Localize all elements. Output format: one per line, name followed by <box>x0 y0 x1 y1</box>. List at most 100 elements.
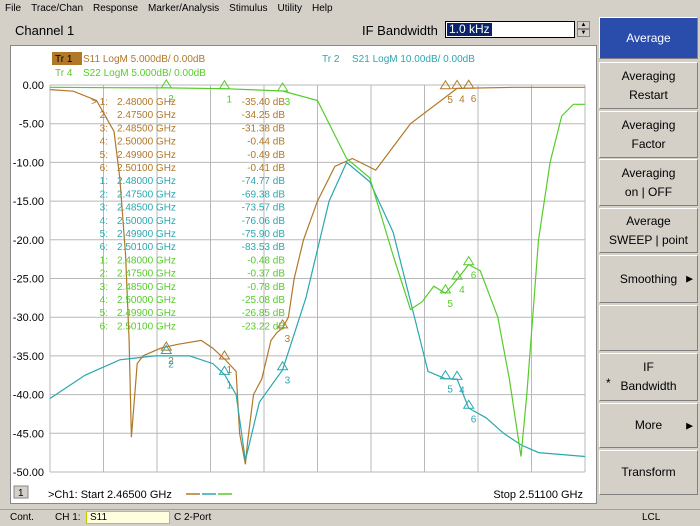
marker-label: 1 <box>226 380 232 391</box>
marker-label: 5 <box>447 95 453 106</box>
y-tick-label: -20.00 <box>13 235 44 247</box>
marker-row-value: -75.90 dB <box>242 229 286 240</box>
softkey-label: Transform <box>621 465 676 479</box>
marker-row-index: 2: <box>100 189 108 200</box>
softkey-label: More <box>634 418 663 432</box>
marker-label: 6 <box>471 94 477 105</box>
trace-label-tr2: Tr 2 <box>322 54 340 65</box>
marker-row-freq: 2.48500 GHz <box>117 123 176 134</box>
lcl-indicator: LCL <box>642 512 661 523</box>
softkey-label: IF Bandwidth <box>620 360 677 393</box>
marker-row-value: -34.25 dB <box>242 110 286 121</box>
marker-row-freq: 2.50100 GHz <box>117 321 176 332</box>
marker-row-freq: 2.50100 GHz <box>117 242 176 253</box>
marker-label: 2 <box>168 360 174 371</box>
marker-row-value: -0.37 dB <box>247 269 285 280</box>
marker-row-index: 6: <box>100 321 108 332</box>
marker-label: 4 <box>459 385 465 396</box>
marker-row-index: 4: <box>100 216 108 227</box>
marker-row-value: -35.40 dB <box>242 97 286 108</box>
marker-row-index: 5: <box>100 308 108 319</box>
sweep-mode: Cont. <box>10 512 34 523</box>
softkey-label: Average <box>626 30 671 45</box>
softkey-average[interactable]: Average <box>599 17 698 59</box>
marker-row-freq: 2.48000 GHz <box>117 255 176 266</box>
marker-triangle <box>276 82 289 92</box>
y-tick-label: -5.00 <box>19 119 44 131</box>
marker-row-value: -74.77 dB <box>242 176 286 187</box>
marker-row-freq: 2.47500 GHz <box>117 189 176 200</box>
marker-row-index: 6: <box>100 163 108 174</box>
softkey-blank-6[interactable] <box>599 305 698 351</box>
marker-row-index: 3: <box>100 282 108 293</box>
softkey-label: Averaging on | OFF <box>621 165 676 199</box>
marker-row-index: 4: <box>100 137 108 148</box>
marker-label: 5 <box>447 299 453 310</box>
status-bar: Cont. CH 1: S11 C 2-Port LCL <box>0 509 700 526</box>
marker-row-freq: 2.48000 GHz <box>117 97 176 108</box>
marker-row-freq: 2.49900 GHz <box>117 229 176 240</box>
marker-row-value: -73.57 dB <box>242 203 286 214</box>
marker-row-index: 3: <box>100 203 108 214</box>
marker-row-index: 4: <box>100 295 108 306</box>
stop-frequency: Stop 2.51100 GHz <box>493 489 583 501</box>
softkey-averaging[interactable]: Averaging Restart <box>599 62 698 109</box>
marker-label: 4 <box>459 285 465 296</box>
y-tick-label: 0.00 <box>23 80 44 92</box>
marker-row-freq: 2.48500 GHz <box>117 203 176 214</box>
y-tick-label: -35.00 <box>13 351 44 363</box>
marker-row-freq: 2.49900 GHz <box>117 150 176 161</box>
marker-row-freq: 2.48000 GHz <box>117 176 176 187</box>
marker-label: 3 <box>285 334 291 345</box>
marker-label: 1 <box>226 95 232 106</box>
softkey-average[interactable]: Average SWEEP | point <box>599 208 698 253</box>
softkey-label: Averaging Restart <box>621 68 676 102</box>
marker-row-value: -31.38 dB <box>242 123 286 134</box>
marker-row-value: -0.41 dB <box>247 163 285 174</box>
softkey-label: Smoothing <box>619 271 678 286</box>
trace-label-tr4: Tr 4 <box>55 68 73 79</box>
marker-triangle <box>160 78 173 89</box>
marker-row-freq: 2.50000 GHz <box>117 137 176 148</box>
marker-row-index: 2: <box>100 110 108 121</box>
y-tick-label: -40.00 <box>13 390 44 402</box>
marker-row-index: 1: <box>100 176 108 187</box>
softkey-label: Average SWEEP | point <box>609 213 688 247</box>
trace-plot: 0.00 -5.00 -10.00 -15.00 -20.00 -25.00 -30.00 -… <box>13 52 586 501</box>
marker-triangle <box>451 370 463 380</box>
marker-row-freq: 2.50000 GHz <box>117 295 176 306</box>
marker-label: 5 <box>447 385 453 396</box>
marker-row-index: 5: <box>100 150 108 161</box>
marker-row-freq: 2.47500 GHz <box>117 110 176 121</box>
marker-row-freq: 2.50100 GHz <box>117 163 176 174</box>
marker-row-value: -0.78 dB <box>247 282 285 293</box>
softkey-averaging[interactable]: Averaging on | OFF <box>599 159 698 206</box>
softkey-if[interactable]: IF Bandwidth * <box>599 353 698 401</box>
marker-row-value: -0.49 dB <box>247 150 285 161</box>
marker-triangle <box>451 79 463 89</box>
marker-row-index: 3: <box>100 123 108 134</box>
marker-row-value: -0.48 dB <box>247 255 285 266</box>
marker-row-index: 6: <box>100 242 108 253</box>
softkey-more[interactable]: More ▶ <box>599 403 698 448</box>
marker-label: 6 <box>471 271 477 282</box>
softkey-averaging[interactable]: Averaging Factor <box>599 111 698 158</box>
softkey-smoothing[interactable]: Smoothing ▶ <box>599 255 698 303</box>
submenu-arrow-icon: ▶ <box>686 420 693 430</box>
marker-row-value: -23.22 dB <box>242 321 286 332</box>
marker-triangle <box>462 255 475 266</box>
trace-header-tr1: S11 LogM 5.000dB/ 0.00dB <box>83 54 205 65</box>
softkey-transform[interactable]: Transform <box>599 450 698 495</box>
softkey-label: Averaging Factor <box>621 117 676 151</box>
marker-row-index: 1: <box>100 255 108 266</box>
marker-label: 6 <box>471 414 477 425</box>
submenu-arrow-icon: ▶ <box>686 273 693 284</box>
marker-row-value: -25.08 dB <box>242 295 286 306</box>
marker-row-freq: 2.49900 GHz <box>117 308 176 319</box>
marker-label: 3 <box>285 97 291 108</box>
marker-row-freq: 2.50000 GHz <box>117 216 176 227</box>
marker-row-value: -0.44 dB <box>247 137 285 148</box>
active-indicator-icon: * <box>606 376 611 390</box>
channel-number: 1 <box>18 488 24 499</box>
y-tick-label: -15.00 <box>13 196 44 208</box>
